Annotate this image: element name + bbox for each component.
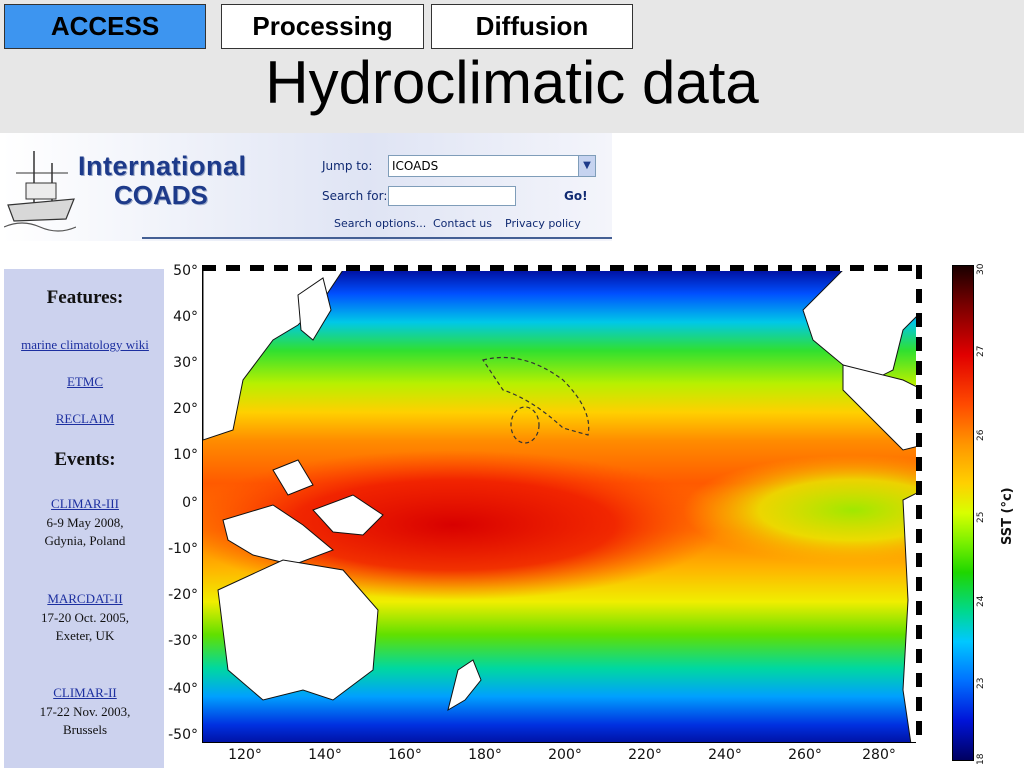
lat-label: 30°: [173, 355, 198, 371]
slide-title: Hydroclimatic data: [265, 49, 759, 116]
colorbar-tick: 23: [976, 677, 986, 689]
colorbar-tick: 25: [976, 511, 986, 523]
event-place: Exeter, UK: [55, 628, 115, 643]
events-heading: Events:: [54, 449, 116, 470]
search-input[interactable]: [388, 186, 516, 206]
logo-line2: COADS: [114, 180, 208, 210]
privacy-link[interactable]: Privacy policy: [505, 217, 581, 230]
site-logo[interactable]: International COADS: [78, 151, 247, 211]
event-place: Brussels: [62, 722, 108, 737]
lon-label: 200°: [548, 747, 582, 763]
link-reclaim[interactable]: RECLAIM: [4, 411, 166, 427]
lat-label: -20°: [168, 587, 198, 603]
lon-label: 140°: [308, 747, 342, 763]
lon-label: 280°: [862, 747, 896, 763]
colorbar-tick: 26: [976, 429, 986, 441]
jump-select[interactable]: ICOADS ▼: [388, 155, 596, 177]
colorbar-tick: 27: [976, 345, 986, 357]
lat-label: 10°: [173, 447, 198, 463]
link-etmc[interactable]: ETMC: [4, 374, 166, 390]
colorbar-tick: 18: [976, 753, 986, 765]
tab-processing[interactable]: Processing: [221, 4, 424, 49]
logo-line1: International: [78, 151, 247, 181]
lat-label: -30°: [168, 633, 198, 649]
map-frame-right: [916, 265, 922, 743]
colorbar-tick: 30: [976, 263, 986, 275]
slide-header: ACCESS Processing Diffusion Hydroclimati…: [0, 0, 1024, 133]
lat-label: -50°: [168, 727, 198, 743]
map-frame-top: [202, 265, 922, 271]
sst-field: [202, 269, 922, 743]
event-date: 17-20 Oct. 2005,: [40, 610, 130, 625]
lon-label: 240°: [708, 747, 742, 763]
event-link-climar2[interactable]: CLIMAR-II: [4, 685, 166, 701]
event-date: 17-22 Nov. 2003,: [39, 704, 131, 719]
link-marine-wiki[interactable]: marine climatology wiki: [4, 337, 166, 353]
tab-access[interactable]: ACCESS: [4, 4, 206, 49]
sst-field-graphic: [203, 270, 921, 742]
chevron-down-icon[interactable]: ▼: [578, 156, 595, 176]
jump-label: Jump to:: [322, 159, 373, 173]
contact-link[interactable]: Contact us: [433, 217, 492, 230]
sst-colorbar: [952, 265, 974, 761]
lat-label: 0°: [182, 495, 198, 511]
event-date: 6-9 May 2008,: [46, 515, 124, 530]
lat-label: 20°: [173, 401, 198, 417]
site-header: International COADS Jump to: ICOADS ▼ Se…: [2, 133, 612, 241]
lon-label: 160°: [388, 747, 422, 763]
jump-select-value: ICOADS: [392, 159, 439, 173]
colorbar-label: SST (°c): [1000, 487, 1015, 545]
sst-map: 50° 40° 30° 20° 10° 0° -10° -20° -30° -4…: [164, 255, 1024, 768]
ship-icon: [4, 151, 76, 232]
lon-label: 120°: [228, 747, 262, 763]
go-button[interactable]: Go!: [564, 189, 588, 203]
lon-label: 180°: [468, 747, 502, 763]
event-place: Gdynia, Poland: [44, 533, 126, 548]
lat-label: -40°: [168, 681, 198, 697]
colorbar-tick: 24: [976, 595, 986, 607]
event-link-marcdat2[interactable]: MARCDAT-II: [4, 591, 166, 607]
lat-label: 50°: [173, 263, 198, 279]
header-divider: [142, 237, 612, 239]
lat-label: -10°: [168, 541, 198, 557]
event-link-climar3[interactable]: CLIMAR-III: [4, 496, 166, 512]
search-label: Search for:: [322, 189, 388, 203]
lat-label: 40°: [173, 309, 198, 325]
features-heading: Features:: [46, 287, 124, 308]
lon-label: 260°: [788, 747, 822, 763]
tab-diffusion[interactable]: Diffusion: [431, 4, 633, 49]
lon-label: 220°: [628, 747, 662, 763]
sidebar: Features: marine climatology wiki ETMC R…: [4, 269, 166, 768]
search-options-link[interactable]: Search options...: [334, 217, 426, 230]
